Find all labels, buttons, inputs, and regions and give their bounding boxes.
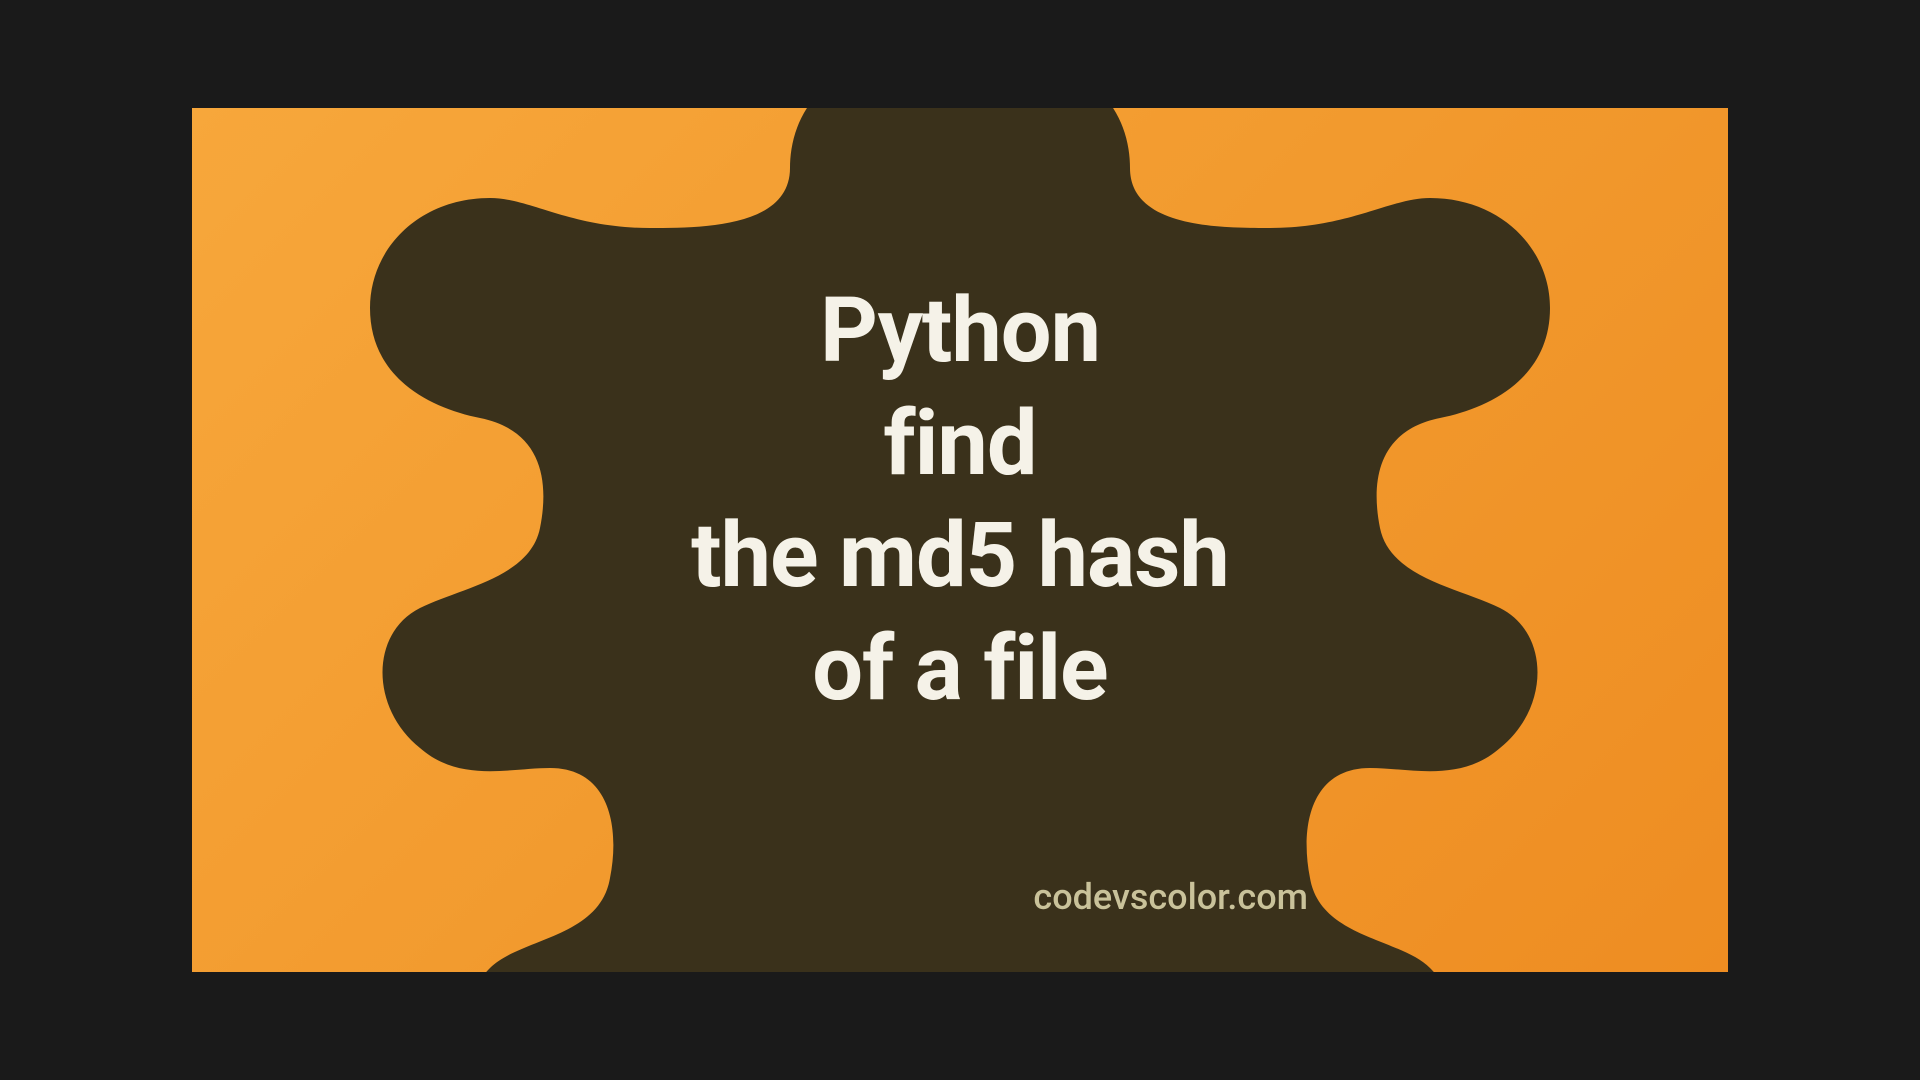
watermark: codevscolor.com (1033, 876, 1308, 918)
title-line-3: the md5 hash (691, 500, 1229, 613)
title-line-1: Python (691, 275, 1229, 388)
title-line-4: of a file (691, 613, 1229, 726)
title-line-2: find (691, 388, 1229, 501)
hero-banner: Python find the md5 hash of a file codev… (192, 108, 1728, 972)
content-area: Python find the md5 hash of a file (192, 108, 1728, 972)
title-block: Python find the md5 hash of a file (691, 275, 1229, 725)
